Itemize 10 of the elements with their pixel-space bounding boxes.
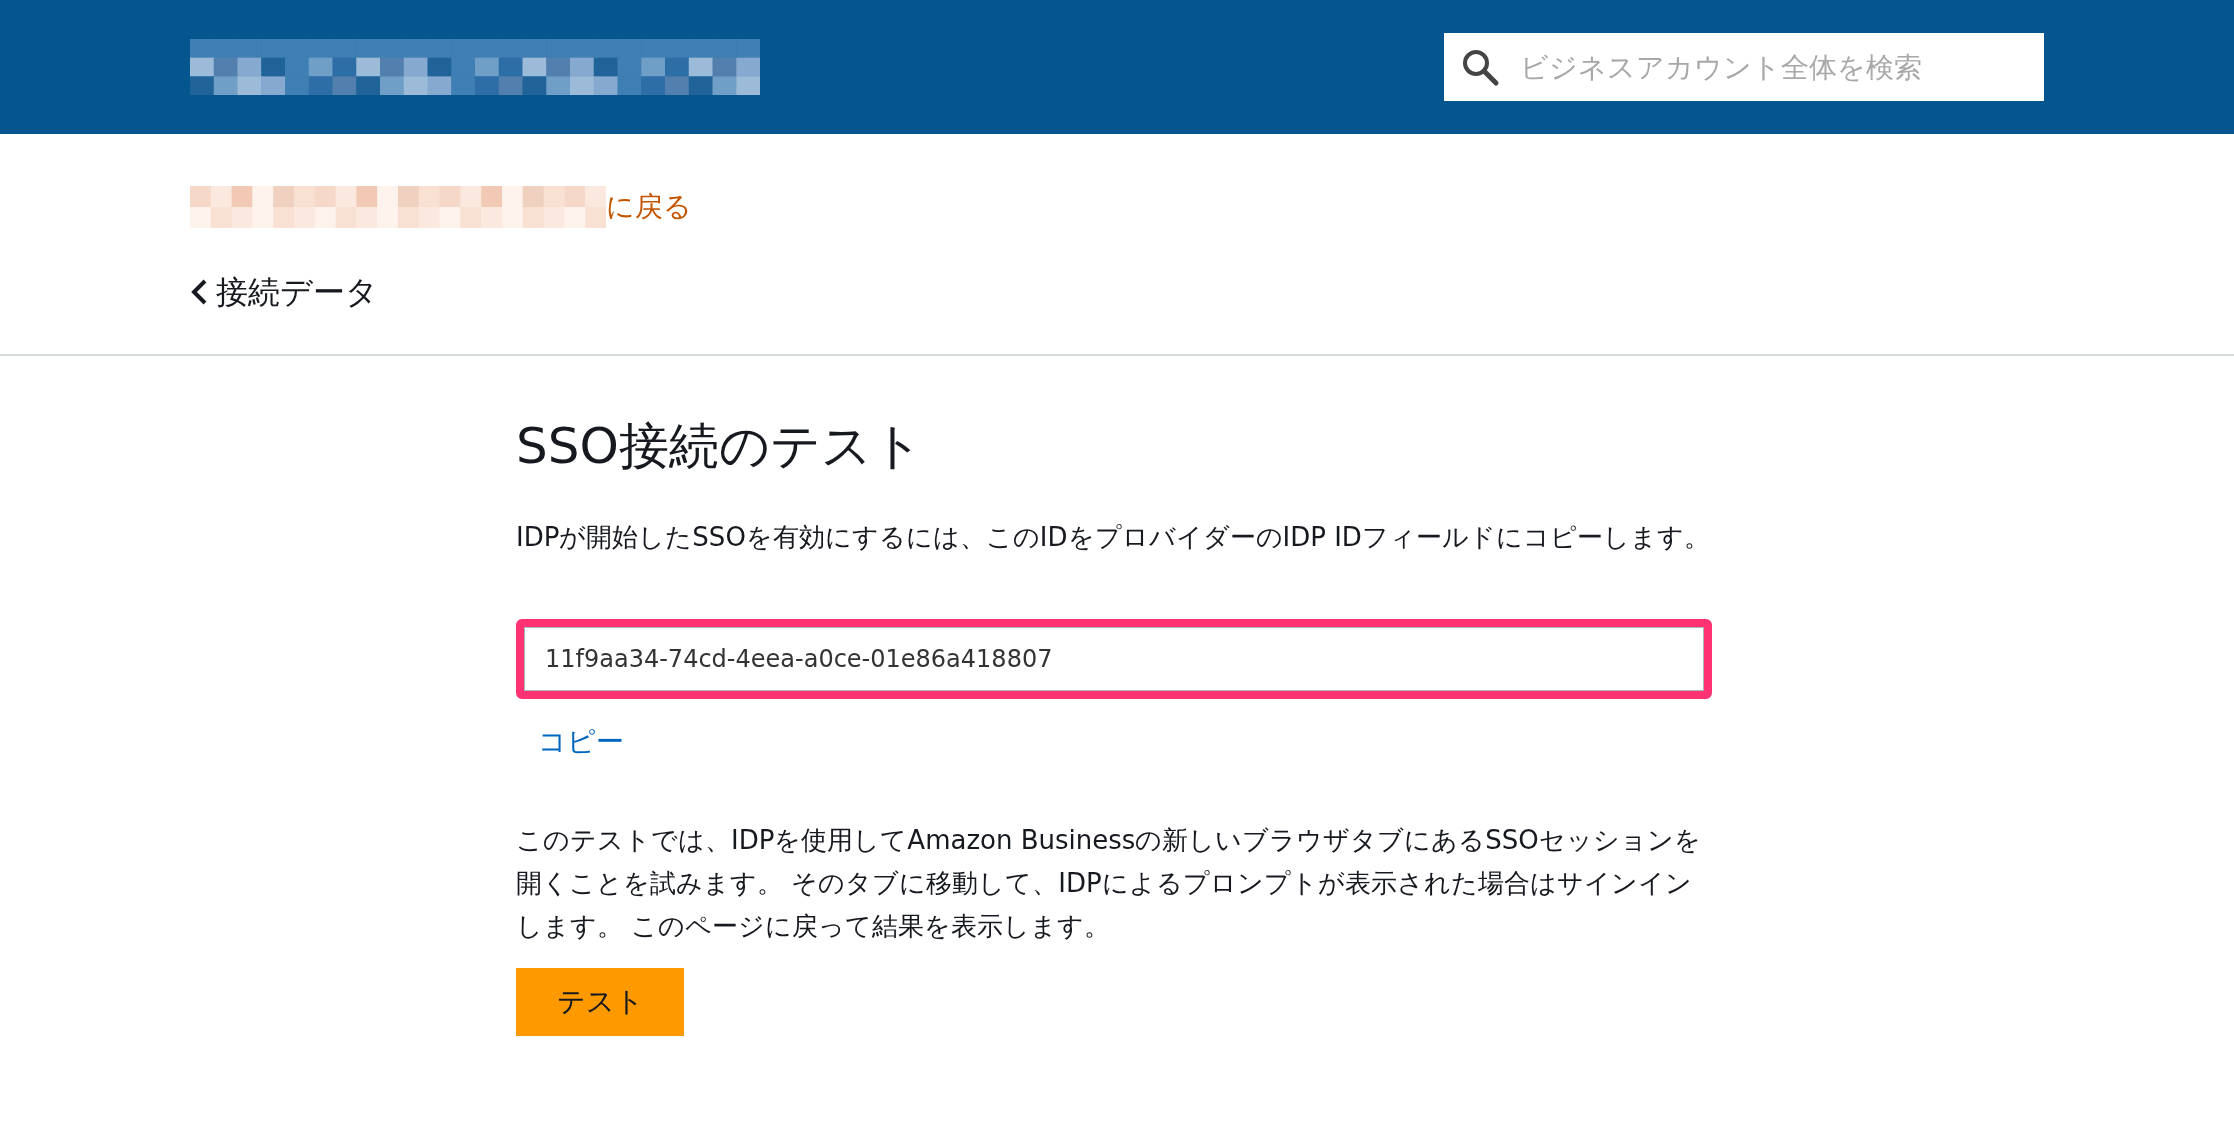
chevron-left-icon (190, 278, 208, 306)
breadcrumb-link[interactable]: に戻る (606, 186, 692, 228)
search-field[interactable]: ビジネスアカウント全体を検索 (1444, 33, 2044, 101)
description-text: IDPが開始したSSOを有効にするには、このIDをプロバイダーのIDP IDフィールドにコピーします。 (516, 521, 1711, 554)
page-title: SSO接続のテスト (516, 416, 924, 476)
id-field[interactable]: 11f9aa34-74cd-4eea-a0ce-01e86a418807 (524, 627, 1704, 691)
instructions-text: このテストでは、IDPを使用してAmazon Businessの新しいブラウザタブにあるSSOセッションを開くことを試みます。 そのタブに移動して、IDPによるプロンプトが表示された場合はサインインします。 このページに戻って結果を表示します。 (516, 824, 1702, 943)
test-button[interactable]: テスト (516, 968, 684, 1036)
copy-link[interactable]: コピー (538, 721, 624, 763)
back-link[interactable]: 接続データ (216, 268, 378, 316)
